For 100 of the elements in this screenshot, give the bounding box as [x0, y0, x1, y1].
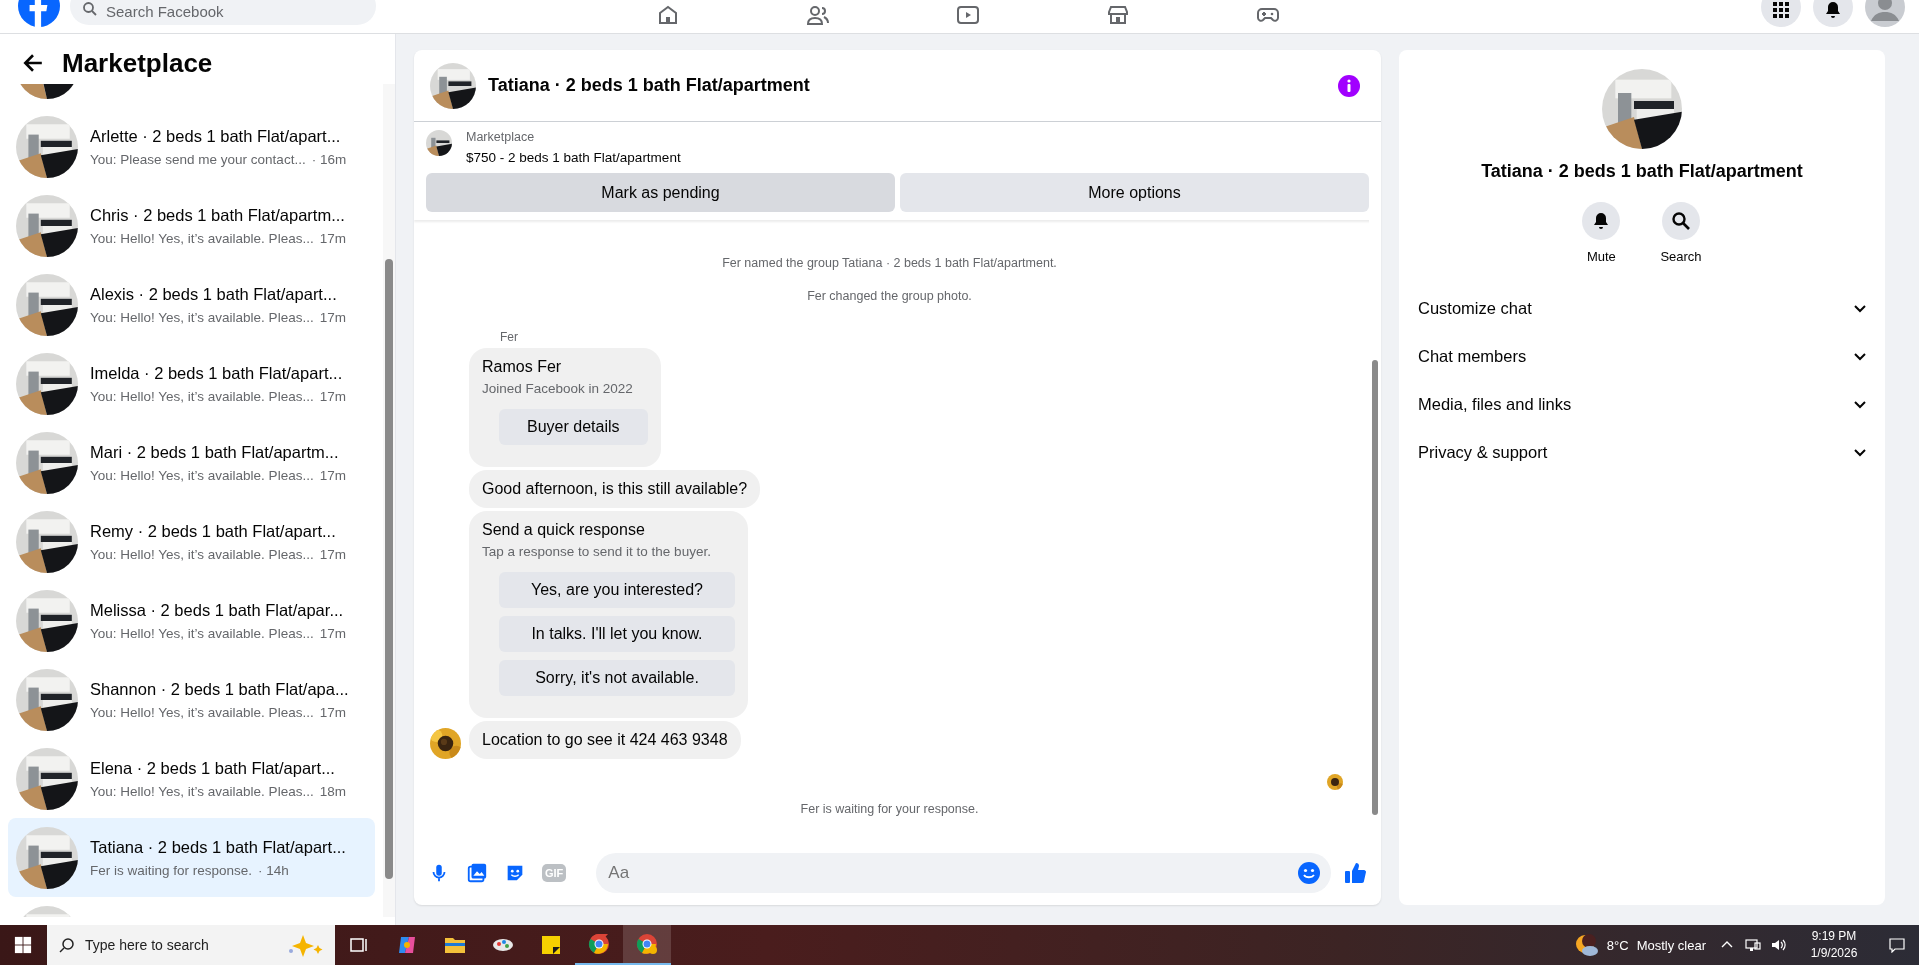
photo-icon[interactable] — [466, 862, 488, 884]
listing-action-button[interactable]: More options — [900, 173, 1369, 212]
message-preview: You: Hello! Yes, it’s available. Pleas... — [90, 783, 314, 799]
timestamp: 18m — [319, 783, 346, 799]
buyer-name: Ramos Fer — [482, 358, 562, 376]
message-preview: You: Hello! Yes, it’s available. Pleas... — [90, 625, 314, 641]
info-icon[interactable] — [1337, 73, 1361, 98]
message-preview: You: Hello! Yes, it’s available. Pleas... — [90, 467, 314, 483]
message-preview: Fer is waiting for response. — [90, 862, 253, 878]
conversation-title: Shannon · 2 beds 1 bath Flat/apa... — [90, 679, 349, 699]
timestamp: 17m — [319, 309, 346, 325]
timestamp: 17m — [319, 625, 346, 641]
message-input[interactable]: Aa — [596, 853, 1331, 893]
timestamp: · 14h — [258, 862, 289, 878]
message-preview: You: Hello! Yes, it’s available. Pleas... — [90, 388, 314, 404]
message-bubble: Good afternoon, is this still available? — [469, 470, 761, 508]
thumbs-up-icon[interactable] — [1343, 861, 1367, 885]
card-subtitle: Tap a response to send it to the buyer. — [482, 544, 711, 559]
listing-source: Marketplace — [466, 130, 536, 144]
sender-name: Fer — [500, 330, 519, 344]
conversation-title: Imelda · 2 beds 1 bath Flat/apart... — [90, 363, 344, 383]
action-label: Mute — [1586, 249, 1616, 264]
conversation-title: Tatiana · 2 beds 1 bath Flat/apart... — [90, 837, 346, 857]
conversation-item[interactable]: Arlette · 2 beds 1 bath Flat/apart... You: Please send me your contact... · 16m — [8, 107, 375, 186]
sticky-note-icon[interactable] — [539, 933, 563, 957]
action-button[interactable] — [1582, 202, 1621, 240]
notification-icon[interactable] — [1889, 937, 1905, 953]
timestamp: 17m — [319, 467, 346, 483]
timestamp: 17m — [319, 546, 346, 562]
scrollbar[interactable] — [383, 84, 395, 917]
conversation-item[interactable]: Elena · 2 beds 1 bath Flat/apart... You: Hello! Yes, it’s available. Pleas... 18m — [8, 739, 375, 818]
buyer-details-button[interactable]: Buyer details — [499, 409, 648, 445]
conversation-item[interactable]: Alexis · 2 beds 1 bath Flat/apart... You: Hello! Yes, it’s available. Pleas... 17m — [8, 265, 375, 344]
quick-reply-button[interactable]: In talks. I'll let you know. — [499, 616, 735, 652]
section-header[interactable]: Customize chat — [1415, 284, 1869, 332]
listing-action-button[interactable]: Mark as pending — [426, 173, 895, 212]
message-preview: You: Hello! Yes, it’s available. Pleas... — [90, 546, 314, 562]
section-header[interactable]: Chat members — [1415, 332, 1869, 380]
buyer-joined: Joined Facebook in 2022 — [482, 381, 633, 396]
timestamp: 17m — [319, 388, 346, 404]
conversation-title: Arlette · 2 beds 1 bath Flat/apart... — [90, 126, 342, 146]
taskbar-search-field[interactable]: Type here to search — [47, 925, 335, 965]
quick-reply-button[interactable]: Yes, are you interested? — [499, 572, 735, 608]
people-icon[interactable] — [806, 3, 830, 27]
clock-time[interactable]: 9:19 PM — [1802, 928, 1866, 945]
weather-condition: Mostly clear — [1636, 937, 1706, 953]
page-title: Marketplace — [62, 47, 213, 79]
conversation-item[interactable]: Imelda · 2 beds 1 bath Flat/apart... You: Hello! Yes, it’s available. Pleas... 17m — [8, 344, 375, 423]
conversation-item[interactable]: Shannon · 2 beds 1 bath Flat/apa... You: Hello! Yes, it’s available. Pleas... 17m — [8, 660, 375, 739]
listing-title[interactable]: $750 - 2 beds 1 bath Flat/apartment — [466, 150, 681, 165]
conversation-item[interactable]: Mari · 2 beds 1 bath Flat/apartm... You: Hello! Yes, it’s available. Pleas... 17m — [8, 423, 375, 502]
conversation-title: Mari · 2 beds 1 bath Flat/apartm... — [90, 442, 340, 462]
status-message: Fer is waiting for your response. — [799, 802, 980, 816]
system-message: Fer named the group Tatiana · 2 beds 1 bath Flat/apartment. — [721, 256, 1058, 270]
quick-reply-button[interactable]: Sorry, it's not available. — [499, 660, 735, 696]
search-icon — [1671, 211, 1691, 231]
clock-date[interactable]: 1/9/2026 — [1802, 945, 1866, 962]
browser-taskbar-button[interactable] — [623, 925, 671, 965]
timestamp: 17m — [319, 704, 346, 720]
moon-cloud-icon — [1574, 934, 1599, 956]
search-field[interactable]: Search Facebook — [70, 0, 376, 25]
system-message: Fer changed the group photo. — [806, 289, 973, 303]
message-preview: You: Hello! Yes, it’s available. Pleas... — [90, 704, 314, 720]
conversation-name: Tatiana · 2 beds 1 bath Flat/apartment — [1481, 161, 1803, 182]
conversation-title: Alexis · 2 beds 1 bath Flat/apart... — [90, 284, 338, 304]
timestamp: · 16m — [311, 151, 347, 167]
video-icon[interactable] — [956, 3, 980, 27]
message-preview: You: Hello! Yes, it’s available. Pleas... — [90, 230, 314, 246]
bell-icon — [1823, 0, 1843, 20]
home-icon[interactable] — [656, 3, 680, 27]
browser-icon — [635, 932, 659, 956]
card-title: Send a quick response — [482, 521, 645, 539]
action-button[interactable] — [1662, 202, 1700, 240]
conversation-item[interactable]: Chris · 2 beds 1 bath Flat/apartm... You: Hello! Yes, it’s available. Pleas... 17m — [8, 186, 375, 265]
windows-icon[interactable] — [14, 936, 32, 954]
speaker-icon[interactable] — [1771, 937, 1787, 953]
chat-title: Tatiana · 2 beds 1 bath Flat/apartment — [488, 75, 810, 96]
browser-icon — [587, 932, 611, 956]
search-icon — [82, 1, 98, 17]
shop-icon[interactable] — [1106, 3, 1130, 27]
message-preview: You: Please send me your contact... — [90, 151, 306, 167]
message-bubble: Location to go see it 424 463 9348 — [469, 721, 741, 759]
conversation-item[interactable]: Tatiana · 2 beds 1 bath Flat/apart... Fer is waiting for response. · 14h — [8, 818, 375, 897]
message-preview: You: Hello! Yes, it’s available. Pleas... — [90, 309, 314, 325]
conversation-item[interactable]: Melissa · 2 beds 1 bath Flat/apar... You: Hello! Yes, it’s available. Pleas... 17m — [8, 581, 375, 660]
conversation-title: Melissa · 2 beds 1 bath Flat/apar... — [90, 600, 345, 620]
back-arrow-icon[interactable] — [22, 52, 44, 74]
grid-icon — [1771, 0, 1791, 20]
section-header[interactable]: Media, files and links — [1415, 380, 1869, 428]
timestamp: 17m — [319, 230, 346, 246]
conversation-title: Chris · 2 beds 1 bath Flat/apartm... — [90, 205, 346, 225]
conversation-item[interactable]: Remy · 2 beds 1 bath Flat/apart... You: Hello! Yes, it’s available. Pleas... 17m — [8, 502, 375, 581]
action-label: Search — [1660, 249, 1702, 264]
section-header[interactable]: Privacy & support — [1415, 428, 1869, 476]
search-icon — [59, 937, 75, 953]
temperature: 8°C — [1606, 937, 1629, 953]
conversation-title: Elena · 2 beds 1 bath Flat/apart... — [90, 758, 336, 778]
network-icon[interactable] — [1745, 937, 1761, 953]
conversation-title: Remy · 2 beds 1 bath Flat/apart... — [90, 521, 337, 541]
emoji-icon[interactable] — [1297, 861, 1321, 885]
